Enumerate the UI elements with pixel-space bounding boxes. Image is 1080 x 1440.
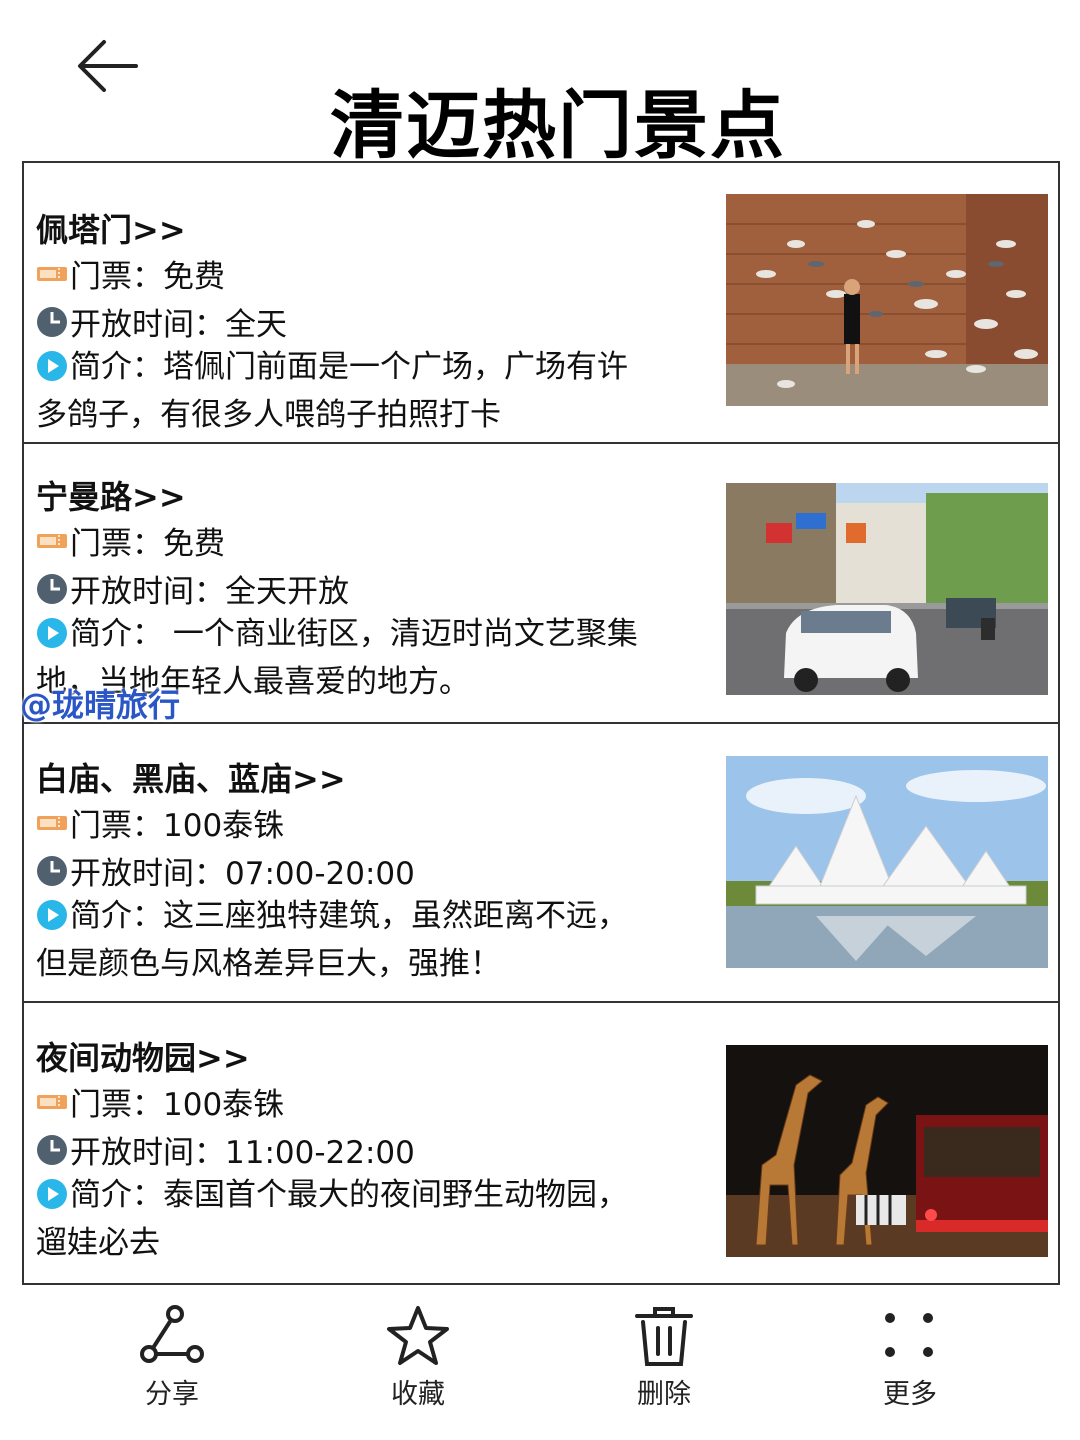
spot-title: 白庙、黑庙、蓝庙>> xyxy=(36,760,346,798)
night-safari-giraffes-photo xyxy=(726,1045,1048,1257)
bottom-action-bar: 分享 收藏 删除 更多 xyxy=(0,1290,1080,1440)
ticket-text: 门票：100泰铢 xyxy=(70,1087,285,1123)
description-text: 简介：这三座独特建筑，虽然距离不远，但是颜色与风格差异巨大，强推！ xyxy=(36,898,628,982)
hours-text: 开放时间：全天开放 xyxy=(70,574,349,610)
ticket-icon xyxy=(37,1094,67,1109)
clock-icon xyxy=(37,1134,67,1165)
hours-row: 开放时间：07:00-20:00 xyxy=(36,848,415,893)
ticket-row: 门票：100泰铢 xyxy=(36,1079,284,1124)
page-title: 清迈热门景点 xyxy=(330,83,786,169)
description-text: 简介：泰国首个最大的夜间野生动物园，遛娃必去 xyxy=(36,1177,628,1261)
spot-card[interactable]: 夜间动物园>> 门票：100泰铢 开放时间：11:00-22:00 简介：泰国首… xyxy=(24,1003,1058,1285)
play-icon xyxy=(37,618,67,648)
description: 简介：这三座独特建筑，虽然距离不远，但是颜色与风格差异巨大，强推！ xyxy=(36,892,636,988)
ticket-row: 门票：100泰铢 xyxy=(36,800,284,845)
hours-row: 开放时间：全天开放 xyxy=(36,566,349,611)
description-text: 简介：塔佩门前面是一个广场，广场有许多鸽子，有很多人喂鸽子拍照打卡 xyxy=(36,349,628,433)
favorite-label: 收藏 xyxy=(391,1379,445,1410)
ticket-text: 门票：100泰铢 xyxy=(70,808,285,844)
delete-label: 删除 xyxy=(637,1379,691,1410)
hours-row: 开放时间：11:00-22:00 xyxy=(36,1127,415,1172)
ticket-text: 门票：免费 xyxy=(70,259,225,295)
share-button[interactable]: 分享 xyxy=(102,1304,242,1411)
play-icon xyxy=(37,1179,67,1209)
clock-icon xyxy=(37,573,67,604)
more-label: 更多 xyxy=(883,1379,937,1410)
share-label: 分享 xyxy=(145,1379,199,1410)
star-icon xyxy=(387,1306,449,1365)
share-icon xyxy=(140,1305,204,1363)
hours-text: 开放时间：11:00-22:00 xyxy=(70,1135,415,1171)
clock-icon xyxy=(37,855,67,886)
more-dots-icon xyxy=(885,1313,933,1357)
ticket-icon xyxy=(37,815,67,830)
ticket-row: 门票：免费 xyxy=(36,251,225,296)
play-icon xyxy=(37,900,67,930)
hours-row: 开放时间：全天 xyxy=(36,299,287,344)
watermark: @珑晴旅行 xyxy=(20,686,181,724)
favorite-button[interactable]: 收藏 xyxy=(348,1304,488,1411)
ticket-text: 门票：免费 xyxy=(70,526,225,562)
more-button[interactable]: 更多 xyxy=(840,1304,980,1411)
hours-text: 开放时间：07:00-20:00 xyxy=(70,856,415,892)
white-temple-photo xyxy=(726,756,1048,968)
trash-icon xyxy=(635,1307,693,1366)
spot-title: 夜间动物园>> xyxy=(36,1039,250,1077)
description: 简介：塔佩门前面是一个广场，广场有许多鸽子，有很多人喂鸽子拍照打卡 xyxy=(36,343,636,439)
spot-title: 佩塔门>> xyxy=(36,211,186,249)
ticket-row: 门票：免费 xyxy=(36,518,225,563)
hours-text: 开放时间：全天 xyxy=(70,307,287,343)
description: 简介：泰国首个最大的夜间野生动物园，遛娃必去 xyxy=(36,1171,636,1267)
pigeons-at-brick-gate-photo xyxy=(726,194,1048,406)
play-icon xyxy=(37,351,67,381)
spot-title: 宁曼路>> xyxy=(36,478,186,516)
spot-card[interactable]: 佩塔门>> 门票：免费 开放时间：全天 简介：塔佩门前面是一个广场，广场有许多鸽… xyxy=(24,163,1058,444)
ticket-icon xyxy=(37,533,67,548)
spot-card[interactable]: 白庙、黑庙、蓝庙>> 门票：100泰铢 开放时间：07:00-20:00 简介：… xyxy=(24,724,1058,1003)
ticket-icon xyxy=(37,266,67,281)
delete-button[interactable]: 删除 xyxy=(594,1304,734,1411)
street-with-taxi-photo xyxy=(726,483,1048,695)
clock-icon xyxy=(37,306,67,337)
